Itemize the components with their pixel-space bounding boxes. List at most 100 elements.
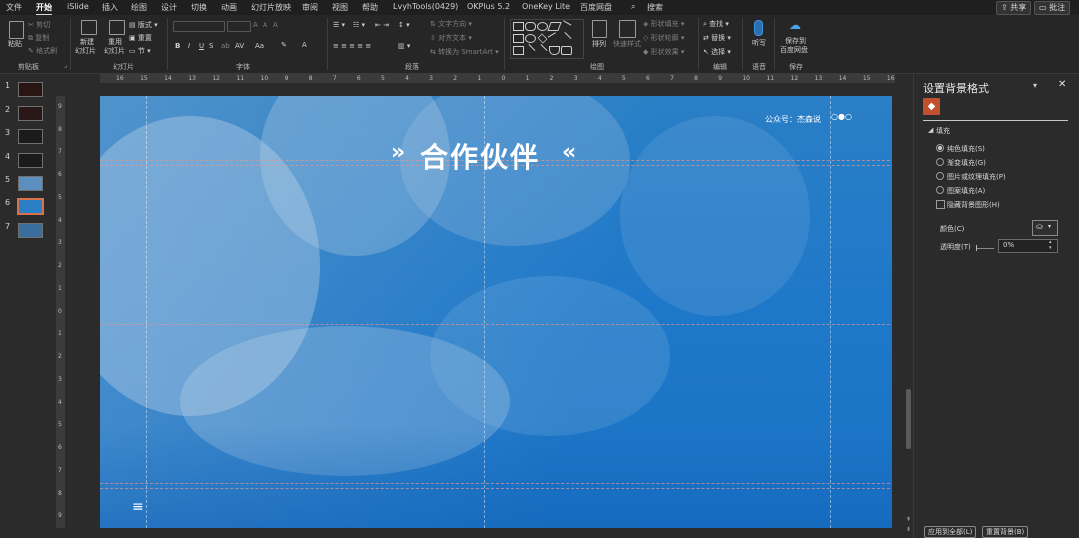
square-shape-icon[interactable] (513, 46, 524, 55)
tab-baidu[interactable]: 百度网盘 (580, 2, 612, 13)
tab-draw[interactable]: 绘图 (131, 2, 147, 13)
next-slide-icon[interactable]: ⇟ (906, 526, 911, 533)
font-size-box[interactable] (227, 21, 251, 32)
gradient-fill-label[interactable]: 渐变填充(G) (947, 158, 986, 168)
copy-button[interactable]: ⧉ 复制 (28, 33, 49, 43)
diag-line-shape-icon[interactable] (535, 43, 548, 57)
hide-bg-checkbox[interactable] (936, 200, 945, 209)
guide-line[interactable] (100, 488, 892, 489)
slide-title[interactable]: 合作伙伴 (420, 136, 540, 176)
guide-line[interactable] (100, 483, 892, 484)
align-icons[interactable]: ≡ ≡ ≡ ≡ ≡ (333, 42, 371, 50)
tab-view[interactable]: 视图 (332, 2, 348, 13)
find-button[interactable]: ⌕ 查找 ▾ (703, 19, 729, 29)
spin-down-icon[interactable]: ▾ (1049, 245, 1052, 251)
gradient-fill-radio[interactable] (936, 158, 944, 166)
replace-button[interactable]: ⇄ 替换 ▾ (703, 33, 731, 43)
slide-canvas[interactable]: 公众号：杰森说 ○●○ » 合作伙伴 « ≡ (100, 96, 892, 528)
comment-button[interactable]: ▭ 批注 (1034, 1, 1071, 15)
pane-options-icon[interactable]: ▾ (1033, 81, 1037, 90)
share-button[interactable]: ⇪ 共享 (996, 1, 1032, 15)
search-icon[interactable]: ⌕ (631, 2, 635, 12)
pattern-fill-label[interactable]: 图案填充(A) (947, 186, 985, 196)
shrink-font-icon[interactable]: A (263, 22, 267, 29)
dictate-button[interactable]: 听写 (752, 38, 766, 48)
numbering-icon[interactable]: ☷ ▾ (353, 21, 365, 29)
bullets-icon[interactable]: ☰ ▾ (333, 21, 345, 29)
slide-thumbnail-7[interactable] (18, 223, 43, 238)
indent-icon[interactable]: ⇤ ⇥ (375, 21, 389, 29)
microphone-icon[interactable] (754, 20, 763, 36)
font-name-box[interactable] (173, 21, 225, 32)
arrange-icon[interactable] (592, 20, 607, 38)
menu-icon[interactable]: ≡ (132, 499, 144, 515)
underline-button[interactable]: U (199, 42, 204, 50)
transparency-slider[interactable] (977, 248, 994, 249)
search-box[interactable]: 搜索 (647, 2, 663, 13)
line-spacing-icon[interactable]: ↕ ▾ (398, 21, 410, 29)
diamond-shape-icon[interactable] (537, 33, 548, 44)
columns-icon[interactable]: ▥ ▾ (398, 42, 410, 50)
vertical-ruler[interactable]: 9 8 7 6 5 4 3 2 1 0 1 2 3 4 5 6 7 8 9 (56, 96, 65, 528)
grow-font-icon[interactable]: A (253, 21, 258, 29)
slide-thumbnail-5[interactable] (18, 176, 43, 191)
rounded-rect-shape-icon[interactable] (525, 22, 536, 31)
shape-effects-button[interactable]: ◆ 形状效果 ▾ (643, 47, 684, 57)
tab-lvyhtools[interactable]: LvyhTools(0429) (393, 2, 458, 11)
slide-thumbnail-4[interactable] (18, 153, 43, 168)
strike-button[interactable]: ab (221, 42, 230, 50)
quick-styles-icon[interactable] (619, 20, 636, 38)
collapse-icon[interactable]: ◢ (928, 126, 933, 134)
reuse-slide-icon[interactable] (109, 20, 125, 35)
slide-thumbnail-1[interactable] (18, 82, 43, 97)
select-button[interactable]: ↖ 选择 ▾ (703, 47, 731, 57)
fill-bucket-icon[interactable]: ◆ (923, 98, 940, 115)
tab-design[interactable]: 设计 (161, 2, 177, 13)
quick-styles-button[interactable]: 快速样式 (613, 39, 641, 49)
connector-shape-icon[interactable] (559, 31, 572, 45)
textbox-shape-icon[interactable] (513, 34, 524, 43)
solid-fill-label[interactable]: 纯色填充(S) (947, 144, 985, 154)
cloud-icon[interactable]: ☁ (789, 19, 803, 31)
tab-insert[interactable]: 插入 (102, 2, 118, 13)
arrange-button[interactable]: 排列 (592, 39, 606, 49)
align-text-button[interactable]: ⇳ 对齐文本 ▾ (430, 33, 472, 43)
tab-transitions[interactable]: 切换 (191, 2, 207, 13)
apply-to-all-button[interactable]: 应用到全部(L) (924, 526, 977, 538)
guide-line[interactable] (100, 324, 892, 325)
hide-bg-label[interactable]: 隐藏背景图形(H) (947, 200, 1000, 210)
format-painter-button[interactable]: ✎ 格式刷 (28, 46, 57, 56)
account-label[interactable]: 公众号：杰森说 (765, 114, 821, 125)
picture-fill-label[interactable]: 图片或纹理填充(P) (947, 172, 1006, 182)
tab-file[interactable]: 文件 (6, 2, 22, 13)
slide-thumbnail-3[interactable] (18, 129, 43, 144)
line-shape-icon[interactable] (559, 20, 572, 32)
shape-outline-button[interactable]: ◇ 形状轮廓 ▾ (643, 33, 684, 43)
prev-slide-icon[interactable]: ⇞ (906, 516, 911, 523)
tab-home[interactable]: 开始 (36, 2, 52, 16)
cut-button[interactable]: ✂ 剪切 (28, 20, 50, 30)
arrow-shape-icon[interactable] (547, 32, 560, 44)
tab-onekey[interactable]: OneKey Lite (522, 2, 570, 11)
diag-line-shape-icon[interactable] (523, 43, 536, 57)
tab-help[interactable]: 帮助 (362, 2, 378, 13)
dialog-launcher-icon[interactable]: ⌟ (64, 62, 67, 69)
tab-islide[interactable]: iSlide (67, 2, 89, 11)
shadow-button[interactable]: S (209, 42, 213, 50)
paste-icon[interactable] (9, 21, 24, 39)
shapes-gallery[interactable] (510, 19, 584, 59)
horizontal-ruler[interactable]: 16 15 14 13 12 11 10 9 8 7 6 5 4 3 2 1 0 1 2 3 4 5 6 7 8 9 10 11 12 1… (100, 74, 895, 83)
tab-review[interactable]: 审阅 (302, 2, 318, 13)
char-spacing-button[interactable]: AV (235, 42, 244, 50)
slide-thumbnail-6[interactable] (17, 198, 44, 215)
tab-okplus[interactable]: OKPlus 5.2 (467, 2, 510, 11)
bold-button[interactable]: B (175, 42, 180, 50)
tab-slideshow[interactable]: 幻灯片放映 (251, 2, 291, 13)
scrollbar-thumb[interactable] (906, 389, 911, 449)
fill-section-header[interactable]: 填充 (936, 126, 950, 136)
rect-shape-icon[interactable] (513, 22, 524, 31)
pattern-fill-radio[interactable] (936, 186, 944, 194)
close-icon[interactable]: ✕ (1058, 79, 1066, 90)
font-color-icon[interactable]: A (302, 41, 307, 49)
circle-shape-icon[interactable] (525, 34, 536, 43)
